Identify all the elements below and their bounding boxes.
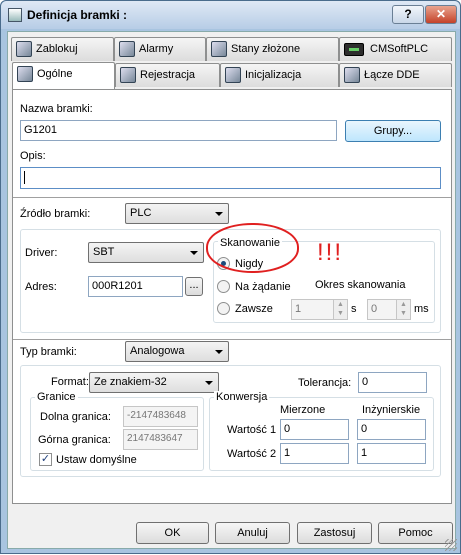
spin-up-icon: ▲ <box>337 301 344 308</box>
opis-input[interactable] <box>20 167 441 189</box>
adres-input[interactable]: 000R1201 <box>88 276 183 297</box>
okres-s-unit: s <box>351 303 357 315</box>
chevron-down-icon <box>215 212 223 216</box>
adres-label: Adres: <box>25 281 57 293</box>
separator <box>13 197 451 199</box>
okres-ms-unit: ms <box>414 303 429 315</box>
ustaw-label: Ustaw domyślne <box>56 454 137 466</box>
annotation-mark: !!! <box>317 239 344 266</box>
dolna-label: Dolna granica: <box>40 411 111 423</box>
checkmark-icon: ✓ <box>40 453 51 465</box>
tolerancja-input[interactable]: 0 <box>358 372 427 393</box>
zawsze-label: Zawsze <box>235 303 273 315</box>
nazwa-label: Nazwa bramki: <box>20 103 93 115</box>
wartosc1-mierzone-input[interactable]: 0 <box>280 419 349 440</box>
driver-label: Driver: <box>25 247 58 259</box>
wartosc2-inz-input[interactable]: 1 <box>357 443 426 464</box>
zrodlo-select[interactable]: PLC <box>125 203 229 224</box>
format-value: Ze znakiem-32 <box>94 376 167 388</box>
cancel-button[interactable]: Anuluj <box>215 522 290 544</box>
driver-value: SBT <box>93 246 115 258</box>
opis-label: Opis: <box>20 150 46 162</box>
zrodlo-value: PLC <box>130 207 152 219</box>
konwersja-legend: Konwersja <box>214 391 270 403</box>
typ-label: Typ bramki: <box>20 346 77 358</box>
inzynierskie-header: Inżynierskie <box>362 404 421 416</box>
okres-ms-spinner[interactable]: ▲ ▼ <box>396 299 411 320</box>
granice-legend: Granice <box>35 391 78 403</box>
spin-down-icon: ▼ <box>400 310 407 317</box>
separator <box>13 339 451 341</box>
resize-grip[interactable] <box>445 539 457 551</box>
mierzone-header: Mierzone <box>280 404 326 416</box>
chevron-down-icon <box>215 350 223 354</box>
dolna-input[interactable]: -2147483648 <box>123 406 198 427</box>
okres-s-input[interactable]: 1 <box>291 299 334 320</box>
gorna-input[interactable]: 2147483647 <box>123 429 198 450</box>
okres-label: Okres skanowania <box>315 279 406 291</box>
zawsze-radio[interactable] <box>217 302 230 315</box>
grupy-button[interactable]: Grupy... <box>345 120 441 142</box>
wartosc2-mierzone-input[interactable]: 1 <box>280 443 349 464</box>
chevron-down-icon <box>205 381 213 385</box>
gorna-label: Górna granica: <box>38 434 111 446</box>
zrodlo-label: Źródło bramki: <box>20 208 91 220</box>
panel-content: Nazwa bramki: G1201 Grupy... Opis: Źródł… <box>1 1 461 555</box>
format-select[interactable]: Ze znakiem-32 <box>89 372 219 393</box>
wartosc1-inz-input[interactable]: 0 <box>357 419 426 440</box>
help-bottom-button[interactable]: Pomoc <box>378 522 453 544</box>
wartosc2-label: Wartość 2 <box>227 448 277 460</box>
driver-select[interactable]: SBT <box>88 242 204 263</box>
adres-browse-button[interactable]: ... <box>185 277 203 296</box>
format-label: Format: <box>51 376 89 388</box>
highlight-oval <box>206 223 299 273</box>
typ-select[interactable]: Analogowa <box>125 341 229 362</box>
wartosc1-label: Wartość 1 <box>227 424 277 436</box>
tolerancja-label: Tolerancja: <box>298 377 352 389</box>
spin-down-icon: ▼ <box>337 310 344 317</box>
na-zadanie-radio[interactable] <box>217 280 230 293</box>
typ-value: Analogowa <box>130 345 185 357</box>
okres-s-spinner[interactable]: ▲ ▼ <box>333 299 348 320</box>
na-zadanie-label: Na żądanie <box>235 281 291 293</box>
spin-up-icon: ▲ <box>400 301 407 308</box>
ok-button[interactable]: OK <box>136 522 209 544</box>
ustaw-checkbox[interactable]: ✓ <box>39 453 52 466</box>
text-cursor <box>24 171 25 184</box>
nazwa-input[interactable]: G1201 <box>20 120 337 141</box>
dialog-window: Definicja bramki : ? ✕ Zablokuj Alarmy S… <box>0 0 461 554</box>
apply-button[interactable]: Zastosuj <box>297 522 372 544</box>
chevron-down-icon <box>190 251 198 255</box>
okres-ms-input[interactable]: 0 <box>367 299 397 320</box>
